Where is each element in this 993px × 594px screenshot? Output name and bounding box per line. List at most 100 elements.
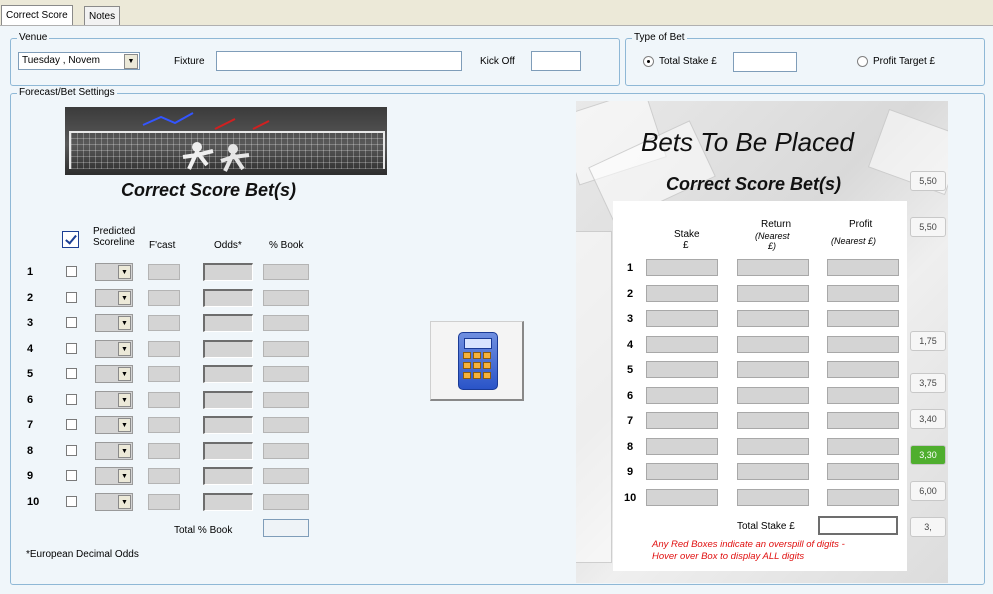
bets-row-number: 5 — [627, 364, 634, 376]
odds-tile: 6,00 — [910, 481, 946, 501]
calculator-screen — [464, 338, 492, 349]
odds-input[interactable] — [203, 314, 253, 332]
stake-field — [646, 489, 718, 506]
odds-tile: 3,75 — [910, 373, 946, 393]
stake-field — [646, 310, 718, 327]
total-stake-input[interactable] — [733, 52, 797, 72]
scoreline-select[interactable]: ▼ — [95, 340, 133, 358]
bets-row-number: 1 — [627, 262, 634, 274]
chevron-down-icon[interactable]: ▼ — [124, 54, 138, 69]
row-checkbox[interactable] — [66, 419, 77, 430]
calc-key — [463, 352, 471, 359]
fixture-input[interactable] — [216, 51, 462, 71]
row-checkbox[interactable] — [66, 470, 77, 481]
row-checkbox[interactable] — [66, 445, 77, 456]
tab-bar: Correct Score Notes — [0, 0, 993, 26]
scoreline-select[interactable]: ▼ — [95, 442, 133, 460]
chevron-down-icon[interactable]: ▼ — [118, 367, 131, 381]
background-betslip — [576, 231, 612, 563]
stake-field — [646, 387, 718, 404]
scoreline-select[interactable]: ▼ — [95, 314, 133, 332]
odds-header: Odds* — [214, 240, 242, 251]
stake-field — [646, 412, 718, 429]
row-checkbox[interactable] — [66, 394, 77, 405]
forecast-row-number: 2 — [27, 292, 34, 304]
profit-field — [827, 387, 899, 404]
chevron-down-icon[interactable]: ▼ — [118, 291, 131, 305]
select-all-checkbox[interactable] — [62, 231, 79, 248]
return-field — [737, 438, 809, 455]
odds-input[interactable] — [203, 340, 253, 358]
book-field — [263, 443, 309, 459]
forecast-heading: Correct Score Bet(s) — [121, 180, 297, 200]
odds-tile: 3,40 — [910, 409, 946, 429]
overspill-note: Any Red Boxes indicate an overspill of d… — [652, 539, 845, 550]
stake-field — [646, 285, 718, 302]
venue-group-title: Venue — [17, 32, 50, 44]
tab-notes[interactable]: Notes — [84, 6, 121, 26]
scoreline-select[interactable]: ▼ — [95, 391, 133, 409]
profit-field — [827, 336, 899, 353]
fcast-field — [148, 315, 180, 331]
odds-input[interactable] — [203, 263, 253, 281]
chevron-down-icon[interactable]: ▼ — [118, 316, 131, 330]
odds-input[interactable] — [203, 391, 253, 409]
row-checkbox[interactable] — [66, 496, 77, 507]
odds-input[interactable] — [203, 416, 253, 434]
profit-field — [827, 438, 899, 455]
bets-row-number: 6 — [627, 390, 634, 402]
chevron-down-icon[interactable]: ▼ — [118, 265, 131, 279]
row-checkbox[interactable] — [66, 317, 77, 328]
return-field — [737, 336, 809, 353]
date-select[interactable]: Tuesday , Novem ▼ — [18, 52, 140, 70]
forecast-row-number: 4 — [27, 343, 34, 355]
kickoff-input[interactable] — [531, 51, 581, 71]
calc-key — [473, 362, 481, 369]
row-checkbox[interactable] — [66, 343, 77, 354]
odds-input[interactable] — [203, 467, 253, 485]
scoreline-select[interactable]: ▼ — [95, 263, 133, 281]
forecast-row-number: 10 — [27, 496, 40, 508]
forecast-row-number: 1 — [27, 266, 34, 278]
chevron-down-icon[interactable]: ▼ — [118, 444, 131, 458]
chevron-down-icon[interactable]: ▼ — [118, 495, 131, 509]
book-field — [263, 392, 309, 408]
bets-row-number: 2 — [627, 288, 634, 300]
row-checkbox[interactable] — [66, 368, 77, 379]
chevron-down-icon[interactable]: ▼ — [118, 342, 131, 356]
profit-target-label: Profit Target £ — [873, 56, 936, 67]
calculate-button[interactable] — [430, 321, 524, 401]
tab-correct-score[interactable]: Correct Score — [1, 5, 73, 26]
stake-currency: £ — [683, 240, 689, 251]
profit-field — [827, 361, 899, 378]
chevron-down-icon[interactable]: ▼ — [118, 418, 131, 432]
profit-target-radio[interactable] — [857, 56, 868, 67]
scoreline-select[interactable]: ▼ — [95, 493, 133, 511]
row-checkbox[interactable] — [66, 266, 77, 277]
total-stake-radio[interactable] — [643, 56, 654, 67]
calc-key — [483, 372, 491, 379]
scoreline-select[interactable]: ▼ — [95, 289, 133, 307]
bets-row-number: 7 — [627, 415, 634, 427]
scoreline-select[interactable]: ▼ — [95, 467, 133, 485]
fcast-field — [148, 392, 180, 408]
fcast-field — [148, 494, 180, 510]
scoreline-select[interactable]: ▼ — [95, 365, 133, 383]
odds-input[interactable] — [203, 289, 253, 307]
return-field — [737, 463, 809, 480]
bets-subtitle: Correct Score Bet(s) — [666, 174, 842, 194]
row-checkbox[interactable] — [66, 292, 77, 303]
predicted-scoreline-header: Predicted Scoreline — [93, 226, 136, 248]
odds-input[interactable] — [203, 365, 253, 383]
chevron-down-icon[interactable]: ▼ — [118, 469, 131, 483]
chevron-down-icon[interactable]: ▼ — [118, 393, 131, 407]
odds-input[interactable] — [203, 493, 253, 511]
odds-input[interactable] — [203, 442, 253, 460]
return-field — [737, 489, 809, 506]
profit-field — [827, 489, 899, 506]
odds-tile: 3,30 — [910, 445, 946, 465]
kickoff-label: Kick Off — [480, 56, 515, 67]
fcast-field — [148, 417, 180, 433]
scoreline-select[interactable]: ▼ — [95, 416, 133, 434]
bet-type-group-title: Type of Bet — [632, 32, 687, 44]
